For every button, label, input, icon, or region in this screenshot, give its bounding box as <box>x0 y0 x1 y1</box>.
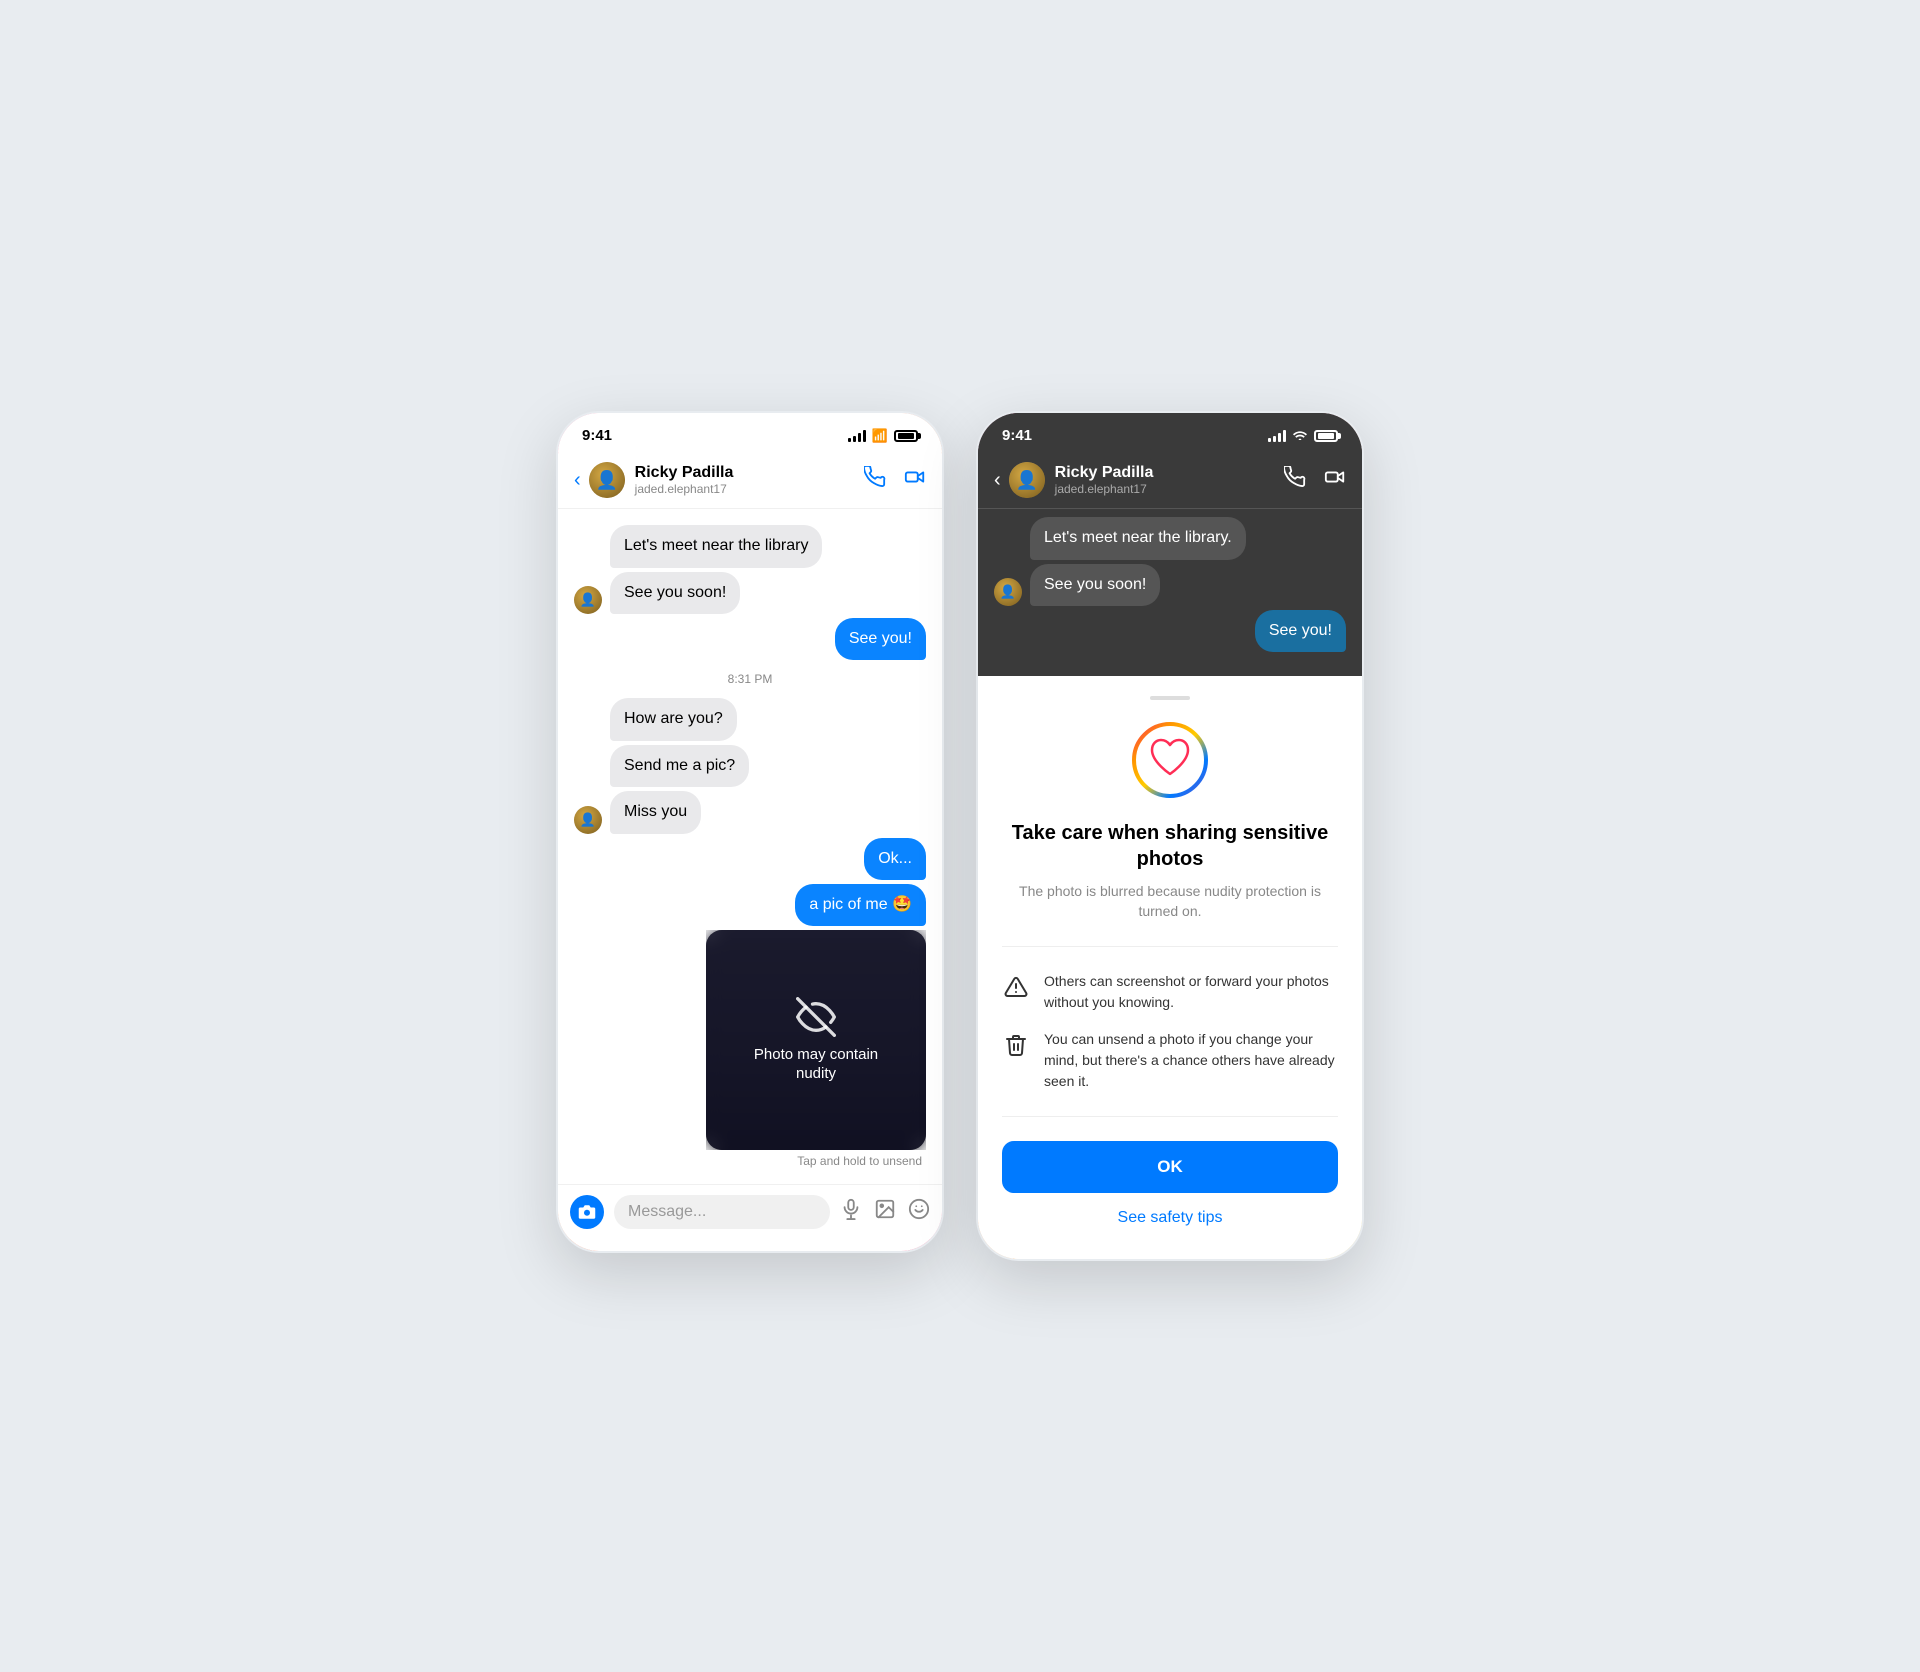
message-input[interactable]: Message... <box>614 1195 830 1229</box>
warning-icon <box>1002 973 1030 1001</box>
avatar-icon: 👤 <box>595 470 617 491</box>
heart-circle-icon <box>1130 720 1210 800</box>
right-back-button[interactable]: ‹ <box>994 469 1001 492</box>
message-8: a pic of me 🤩 <box>795 884 926 926</box>
right-contact-username: jaded.elephant17 <box>1055 482 1284 496</box>
tap-unsend-label: Tap and hold to unsend <box>797 1154 926 1168</box>
right-contact-info: Ricky Padilla jaded.elephant17 <box>1055 464 1284 496</box>
photo-message[interactable]: Photo may containnudity <box>706 930 926 1150</box>
dark-small-avatar: 👤 <box>994 578 1022 606</box>
input-bar: Message... <box>558 1184 942 1239</box>
photo-label: Photo may containnudity <box>754 1045 878 1084</box>
bottom-sheet: Take care when sharing sensitive photos … <box>978 676 1362 1258</box>
right-contact-avatar: 👤 <box>1009 462 1045 498</box>
sticker-icon[interactable] <box>908 1198 930 1226</box>
message-7: Ok... <box>864 838 926 880</box>
back-button[interactable]: ‹ <box>574 469 581 492</box>
right-battery-icon <box>1314 430 1338 442</box>
contact-username: jaded.elephant17 <box>635 482 864 496</box>
screens-container: 9:41 📶 ‹ 👤 Ricky Padilla jaded.elephant1… <box>555 410 1365 1261</box>
photo-library-icon[interactable] <box>874 1198 896 1226</box>
message-row-5: Send me a pic? <box>574 745 926 787</box>
right-phone: 9:41 <box>975 410 1365 1261</box>
message-1: Let's meet near the library <box>610 525 822 567</box>
input-actions <box>840 1198 930 1226</box>
right-phone-inner: 9:41 <box>978 413 1362 1258</box>
signal-icon <box>848 430 866 442</box>
left-status-icons: 📶 <box>848 428 918 444</box>
header-actions <box>864 466 926 494</box>
right-status-time: 9:41 <box>1002 427 1032 444</box>
right-status-bar: 9:41 <box>978 413 1362 452</box>
video-button[interactable] <box>904 466 926 494</box>
message-3: See you! <box>835 618 926 660</box>
dark-msg-row-3: See you! <box>994 610 1346 652</box>
right-chat-header: ‹ 👤 Ricky Padilla jaded.elephant17 <box>978 452 1362 509</box>
message-row-2: 👤 See you soon! <box>574 572 926 614</box>
contact-name: Ricky Padilla <box>635 464 864 482</box>
message-row-3: See you! <box>574 618 926 660</box>
sheet-item-1: Others can screenshot or forward your ph… <box>1002 963 1338 1021</box>
sheet-title: Take care when sharing sensitive photos <box>1002 820 1338 872</box>
right-call-button[interactable] <box>1284 466 1306 494</box>
left-messages-area: Let's meet near the library 👤 See you so… <box>558 509 942 1184</box>
small-avatar-2: 👤 <box>574 806 602 834</box>
dark-message-2: See you soon! <box>1030 564 1160 606</box>
call-button[interactable] <box>864 466 886 494</box>
right-wifi-icon <box>1292 427 1308 444</box>
microphone-icon[interactable] <box>840 1198 862 1226</box>
message-6: Miss you <box>610 791 701 833</box>
left-chat-header: ‹ 👤 Ricky Padilla jaded.elephant17 <box>558 452 942 509</box>
camera-icon <box>578 1203 596 1221</box>
ok-button[interactable]: OK <box>1002 1141 1338 1193</box>
sheet-divider-2 <box>1002 1116 1338 1117</box>
contact-avatar: 👤 <box>589 462 625 498</box>
sheet-icon-container <box>1002 720 1338 800</box>
message-5: Send me a pic? <box>610 745 749 787</box>
message-row-8: a pic of me 🤩 <box>574 884 926 926</box>
timestamp-1: 8:31 PM <box>574 664 926 694</box>
battery-icon <box>894 430 918 442</box>
left-status-bar: 9:41 📶 <box>558 413 942 452</box>
dark-message-1: Let's meet near the library. <box>1030 517 1246 559</box>
right-signal-icon <box>1268 430 1286 442</box>
eye-slash-icon <box>796 997 836 1037</box>
message-row-7: Ok... <box>574 838 926 880</box>
contact-info: Ricky Padilla jaded.elephant17 <box>635 464 864 496</box>
photo-content: Photo may containnudity <box>754 997 878 1084</box>
dark-message-3: See you! <box>1255 610 1346 652</box>
sheet-item-2-text: You can unsend a photo if you change you… <box>1044 1029 1338 1092</box>
photo-message-container[interactable]: Photo may containnudity Tap and hold to … <box>574 930 926 1168</box>
right-contact-name: Ricky Padilla <box>1055 464 1284 482</box>
trash-icon <box>1002 1031 1030 1059</box>
sheet-item-1-text: Others can screenshot or forward your ph… <box>1044 971 1338 1013</box>
left-phone: 9:41 📶 ‹ 👤 Ricky Padilla jaded.elephant1… <box>555 410 945 1254</box>
right-video-button[interactable] <box>1324 466 1346 494</box>
right-avatar-icon: 👤 <box>1015 470 1037 491</box>
safety-tips-link[interactable]: See safety tips <box>1002 1209 1338 1227</box>
message-2: See you soon! <box>610 572 740 614</box>
wifi-icon: 📶 <box>872 428 888 444</box>
dark-msg-row-1: Let's meet near the library. <box>994 517 1346 559</box>
sheet-divider-1 <box>1002 946 1338 947</box>
message-4: How are you? <box>610 698 737 740</box>
right-dark-messages: Let's meet near the library. 👤 See you s… <box>978 509 1362 660</box>
right-status-icons <box>1268 427 1338 444</box>
dark-msg-row-2: 👤 See you soon! <box>994 564 1346 606</box>
sheet-subtitle: The photo is blurred because nudity prot… <box>1002 882 1338 921</box>
sheet-item-2: You can unsend a photo if you change you… <box>1002 1021 1338 1100</box>
message-row-1: Let's meet near the library <box>574 525 926 567</box>
left-status-time: 9:41 <box>582 427 612 444</box>
message-row-4: How are you? <box>574 698 926 740</box>
right-header-actions <box>1284 466 1346 494</box>
right-dark-section: 9:41 <box>978 413 1362 676</box>
sheet-handle <box>1150 696 1190 700</box>
small-avatar-1: 👤 <box>574 586 602 614</box>
camera-button[interactable] <box>570 1195 604 1229</box>
message-row-6: 👤 Miss you <box>574 791 926 833</box>
